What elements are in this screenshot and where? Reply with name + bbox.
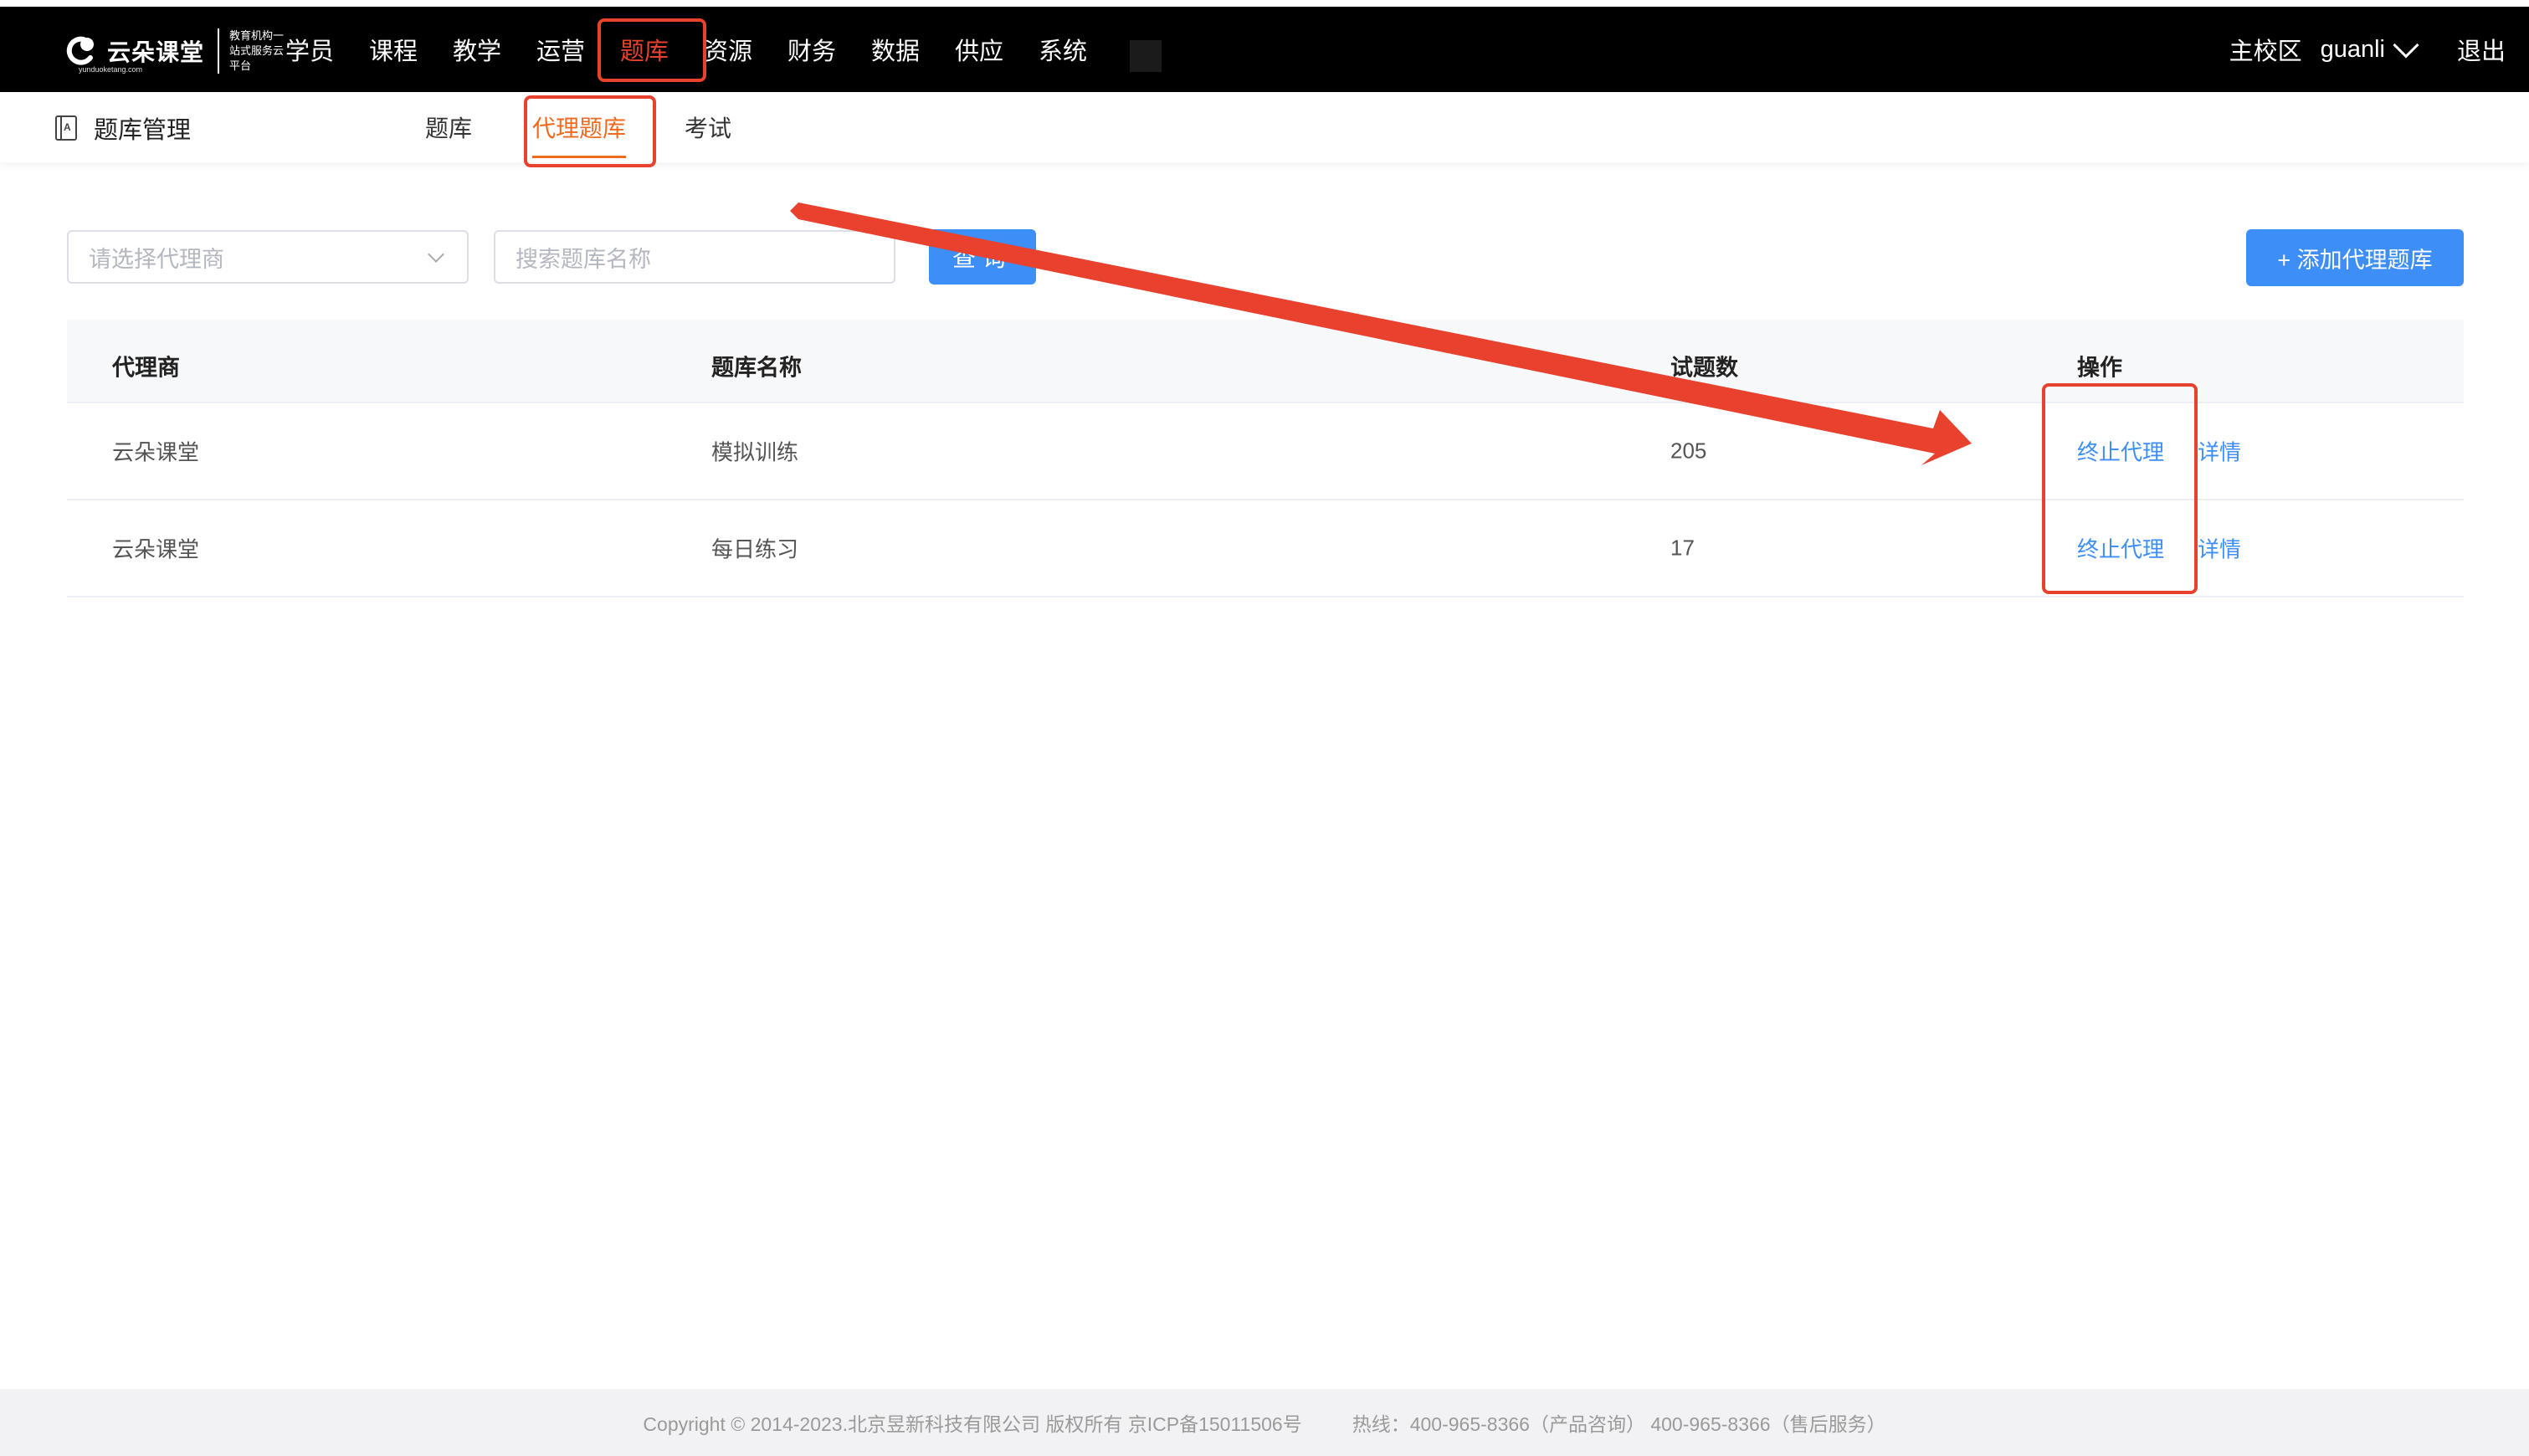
header-actions: 操作 [2077, 355, 2122, 381]
main-nav: 学员 课程 教学 运营 题库 资源 财务 数据 供应 系统 [268, 7, 1105, 92]
nav-item-finance[interactable]: 财务 [770, 32, 854, 67]
tab-question-bank[interactable]: 题库 [425, 110, 472, 144]
nav-item-courses[interactable]: 课程 [351, 32, 435, 67]
logout-link[interactable]: 退出 [2457, 32, 2506, 67]
actions-cell: 终止代理 详情 [2077, 436, 2241, 467]
query-button[interactable]: 查询 [929, 229, 1036, 285]
header-agent: 代理商 [112, 355, 180, 381]
nav-item-students[interactable]: 学员 [268, 32, 351, 67]
agent-cell: 云朵课堂 [112, 439, 200, 465]
bank-name-cell: 每日练习 [711, 536, 799, 562]
nav-item-system[interactable]: 系统 [1021, 32, 1105, 67]
footer: Copyright © 2014-2023.北京昱新科技有限公司 版权所有 京I… [0, 1389, 2529, 1456]
user-menu[interactable]: guanli [2320, 32, 2419, 64]
nav-item-data[interactable]: 数据 [854, 32, 937, 67]
chevron-down-icon [428, 246, 444, 263]
question-bank-icon: A [55, 115, 77, 141]
user-area: 主校区 guanli 退出 [2229, 7, 2506, 92]
bank-name-cell: 模拟训练 [711, 439, 799, 465]
detail-link[interactable]: 详情 [2198, 537, 2241, 562]
nav-placeholder-block [1130, 40, 1162, 72]
bank-search-input[interactable]: 搜索题库名称 [494, 230, 895, 284]
annotation-arrow-icon [790, 203, 1972, 465]
agent-bank-table: 代理商 题库名称 试题数 操作 云朵课堂 模拟训练 205 终止代理 详情 云朵课… [67, 320, 2464, 597]
nav-item-resources[interactable]: 资源 [686, 32, 770, 67]
nav-item-question-bank[interactable]: 题库 [603, 32, 686, 67]
campus-label[interactable]: 主校区 [2229, 32, 2302, 67]
search-placeholder: 搜索题库名称 [516, 246, 651, 272]
page-title: A 题库管理 [55, 110, 191, 146]
stop-agency-link[interactable]: 终止代理 [2077, 537, 2164, 562]
top-nav-bar: 云朵课堂 教育机构一站式服务云平台 yunduoketang.com 学员 课程… [0, 7, 2529, 92]
brand-name: 云朵课堂 [107, 39, 205, 65]
table-row: 云朵课堂 每日练习 17 终止代理 详情 [67, 500, 2464, 597]
tab-exam[interactable]: 考试 [685, 110, 731, 144]
tab-agent-question-bank[interactable]: 代理题库 [532, 110, 627, 158]
table-header: 代理商 题库名称 试题数 操作 [67, 320, 2464, 403]
hotline-text: 热线：400-965-8366（产品咨询） 400-965-8366（售后服务） [1352, 1413, 1886, 1435]
agent-select-placeholder: 请选择代理商 [89, 246, 224, 272]
username-label: guanli [2320, 35, 2385, 63]
table-row: 云朵课堂 模拟训练 205 终止代理 详情 [67, 403, 2464, 500]
page-title-text: 题库管理 [94, 117, 192, 144]
module-header: A 题库管理 题库 代理题库 考试 [0, 92, 2529, 162]
header-question-count: 试题数 [1670, 355, 1738, 381]
chevron-down-icon [2393, 32, 2419, 59]
nav-item-operations[interactable]: 运营 [519, 32, 603, 67]
stop-agency-link[interactable]: 终止代理 [2077, 440, 2164, 465]
agent-cell: 云朵课堂 [112, 536, 200, 562]
brand-logo[interactable]: 云朵课堂 教育机构一站式服务云平台 yunduoketang.com [54, 23, 290, 79]
detail-link[interactable]: 详情 [2198, 440, 2241, 465]
count-cell: 17 [1670, 535, 1695, 561]
brand-domain: yunduoketang.com [79, 65, 143, 74]
header-bank-name: 题库名称 [711, 355, 802, 381]
add-agent-bank-button[interactable]: + 添加代理题库 [2246, 229, 2464, 286]
agent-select[interactable]: 请选择代理商 [67, 230, 469, 284]
actions-cell: 终止代理 详情 [2077, 533, 2241, 564]
nav-item-supply[interactable]: 供应 [937, 32, 1021, 67]
copyright-text: Copyright © 2014-2023.北京昱新科技有限公司 版权所有 京I… [643, 1413, 1302, 1435]
count-cell: 205 [1670, 438, 1707, 464]
nav-item-teaching[interactable]: 教学 [435, 32, 519, 67]
